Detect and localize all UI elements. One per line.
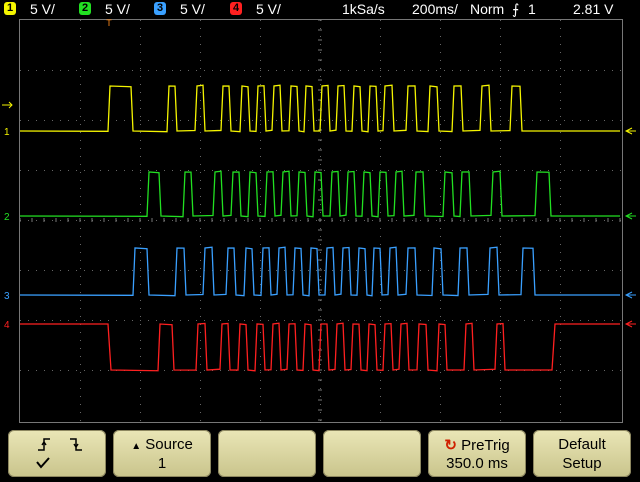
slope-icons [36, 438, 82, 469]
scope-svg: T 1 2 3 4 [2, 18, 636, 421]
default-setup-softkey[interactable]: Default Setup [533, 430, 631, 477]
channel-4-ground-marker[interactable]: 4 [4, 320, 10, 331]
pretrig-label-row: ↻ PreTrig [428, 436, 526, 454]
softkey-3-blank[interactable] [218, 430, 316, 477]
pretrig-value: 350.0 ms [446, 455, 508, 472]
pretrig-softkey[interactable]: ↻ PreTrig 350.0 ms [428, 430, 526, 477]
source-value: 1 [157, 455, 167, 472]
channel-4-offset-arrow-icon [624, 320, 636, 328]
source-softkey[interactable]: ▲ Source 1 [113, 430, 211, 477]
pretrig-label: PreTrig [461, 437, 510, 454]
channel-1-ground-marker[interactable]: 1 [4, 127, 10, 138]
up-arrow-icon: ▲ [131, 441, 142, 452]
channel-2-offset-arrow-icon [624, 212, 636, 220]
trigger-position-marker[interactable]: T [106, 18, 112, 28]
channel-3-offset-arrow-icon [624, 291, 636, 299]
softkey-4-blank[interactable] [323, 430, 421, 477]
default-setup-line1: Default [558, 436, 606, 453]
trigger-level-marker-icon[interactable] [2, 101, 13, 109]
rotate-knob-icon: ↻ [444, 437, 457, 454]
channel-2-ground-marker[interactable]: 2 [4, 212, 10, 223]
slope-softkey[interactable] [8, 430, 106, 477]
falling-edge-icon [70, 438, 82, 451]
default-setup-line2: Setup [562, 455, 602, 472]
source-label-row: ▲ Source [113, 436, 211, 453]
source-label: Source [145, 436, 193, 453]
channel-1-offset-arrow-icon [624, 127, 636, 135]
rising-edge-icon [38, 438, 50, 451]
check-icon [36, 457, 50, 469]
channel-3-ground-marker[interactable]: 3 [4, 291, 10, 302]
channel-3-waveform [19, 246, 620, 297]
softkey-bar: ▲ Source 1 ↻ PreTrig 350.0 ms Default Se… [0, 428, 640, 480]
